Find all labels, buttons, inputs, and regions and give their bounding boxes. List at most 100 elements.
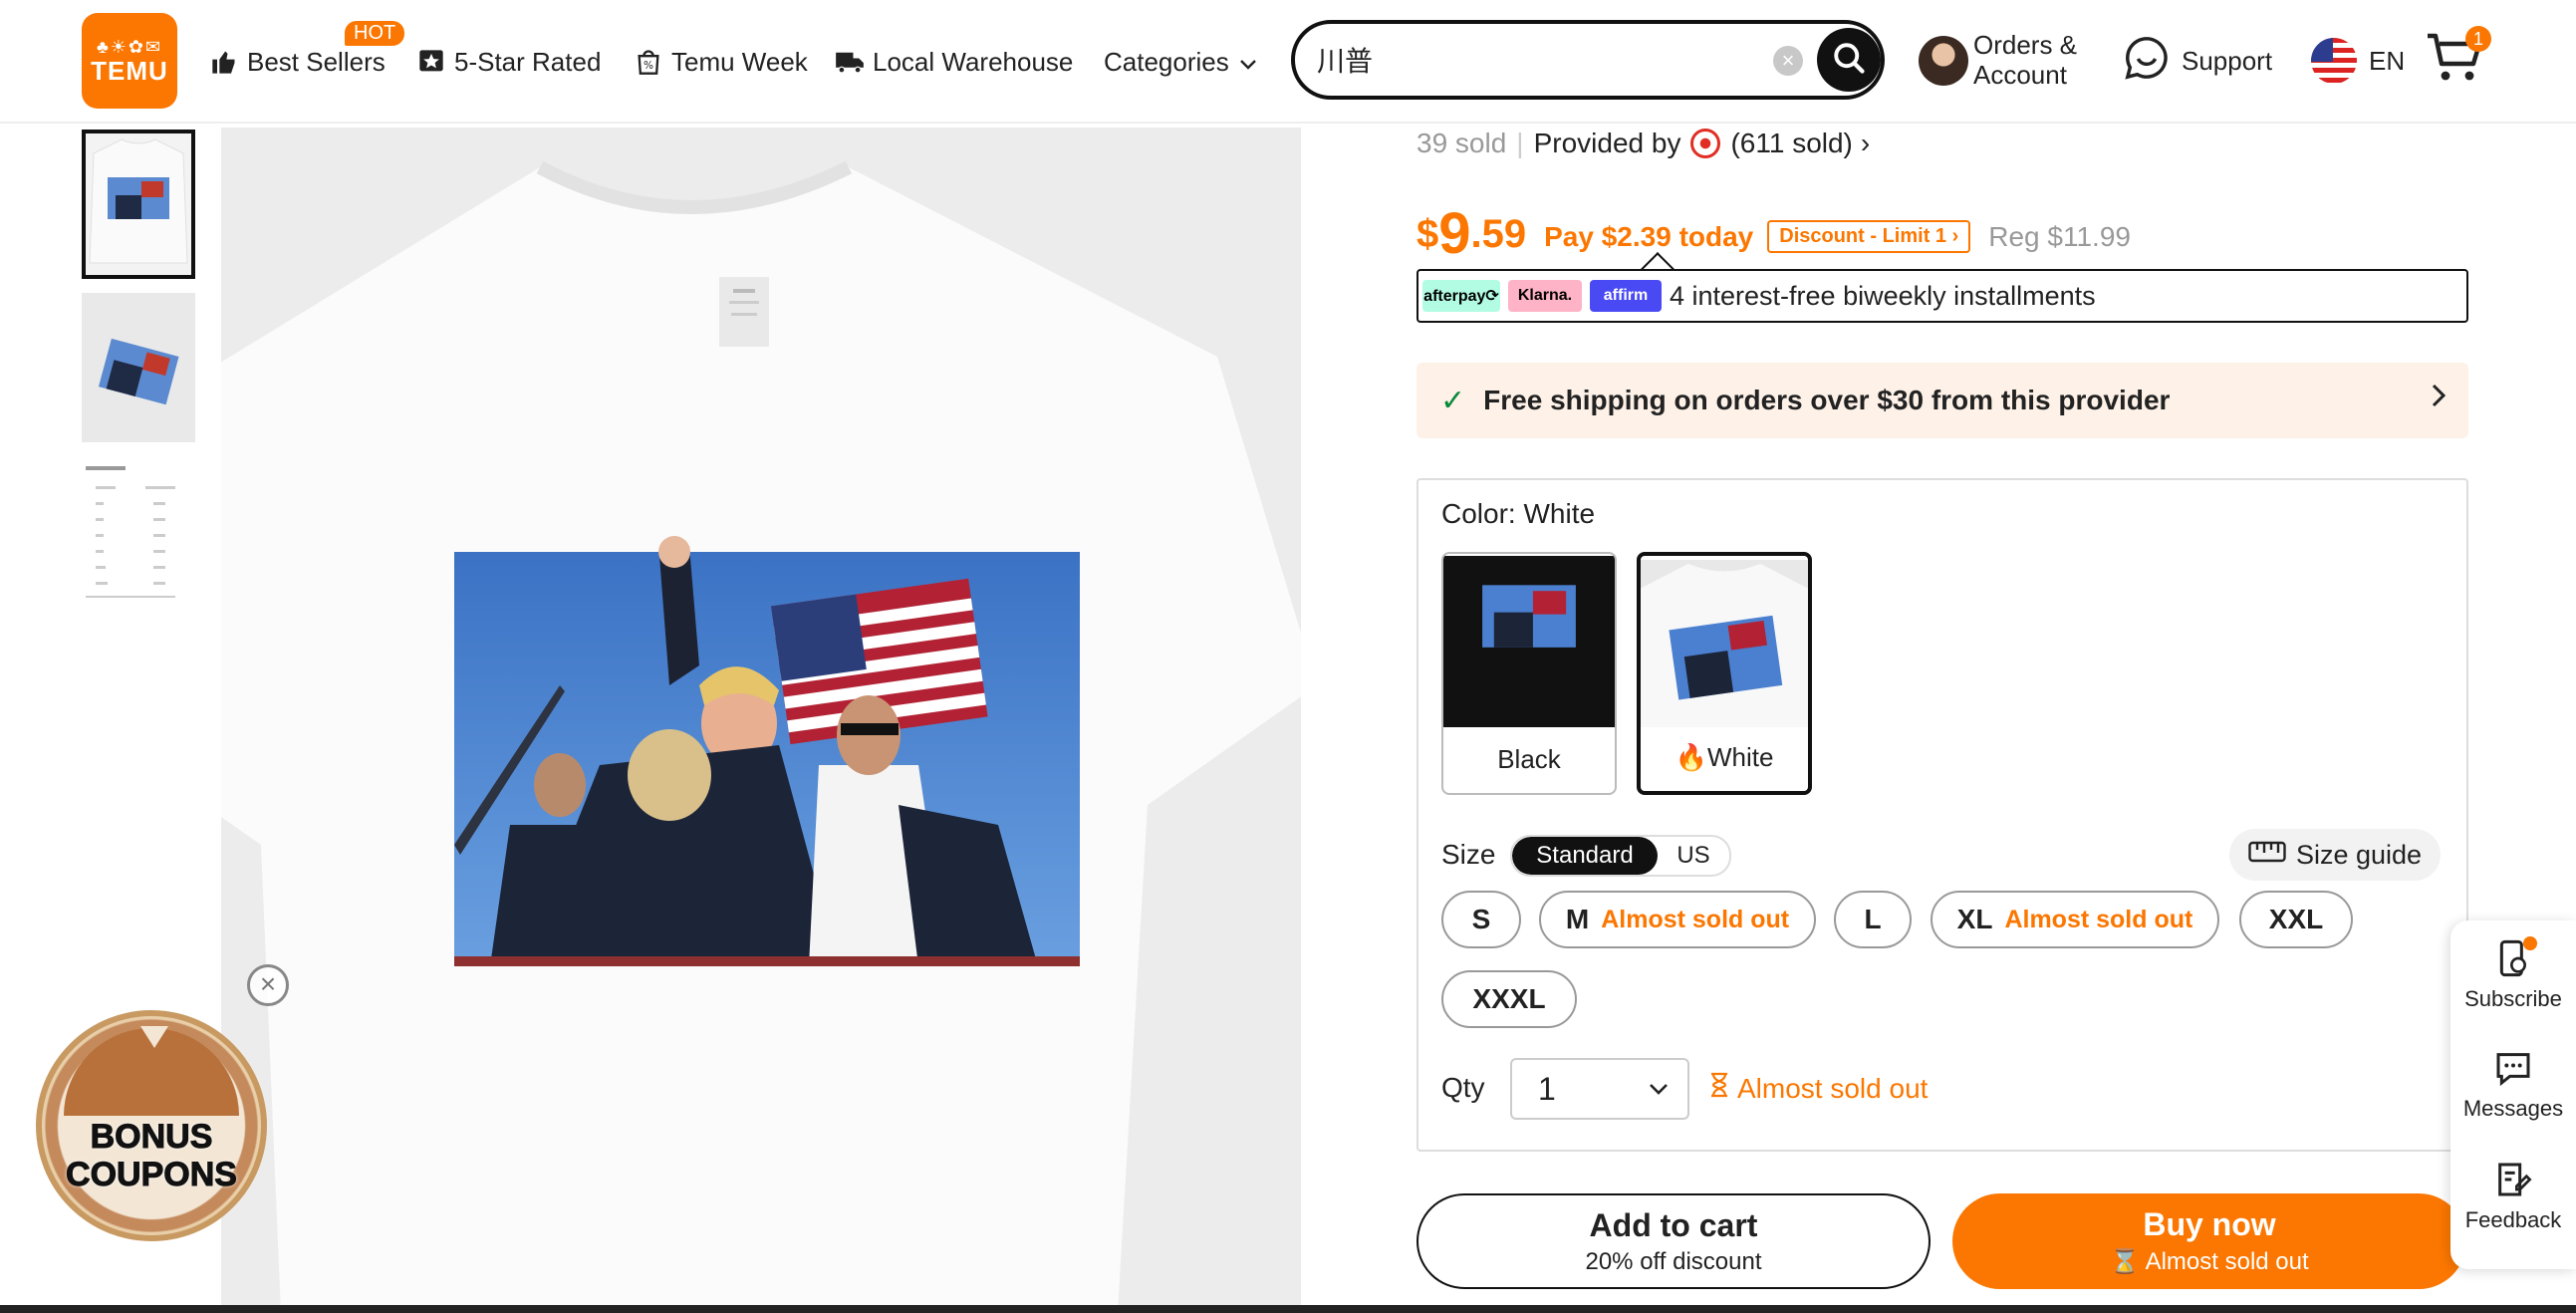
swatch-label: White [1706, 742, 1774, 772]
search-button[interactable] [1817, 28, 1881, 92]
color-label: Color: White [1441, 498, 1596, 529]
color-swatch-black[interactable]: Black [1441, 552, 1617, 795]
side-item-label: Feedback [2464, 1207, 2562, 1232]
notification-dot [2523, 936, 2537, 950]
side-action-panel: Subscribe Messages Feedback [2450, 920, 2576, 1269]
coupon-pointer-graphic [140, 1026, 168, 1048]
size-option-xxxl[interactable]: XXXL [1441, 970, 1577, 1028]
sold-count: 39 sold [1417, 128, 1507, 158]
feedback-button[interactable]: Feedback [2450, 1160, 2576, 1233]
subscribe-button[interactable]: Subscribe [2450, 936, 2576, 1012]
black-shirt-thumbnail [1443, 556, 1615, 727]
bonus-line1: BONUS [90, 1118, 213, 1157]
add-to-cart-label: Add to cart [1589, 1206, 1758, 1243]
bonus-coupons-widget[interactable]: BONUS COUPONS [36, 1010, 267, 1241]
truck-icon [835, 47, 865, 77]
add-to-cart-button[interactable]: Add to cart 20% off discount [1417, 1193, 1931, 1289]
hot-badge: HOT [345, 21, 405, 46]
size-option-m[interactable]: M Almost sold out [1539, 891, 1816, 948]
messages-button[interactable]: Messages [2450, 1048, 2576, 1122]
messages-icon [2493, 1048, 2533, 1088]
nav-best-sellers[interactable]: Best Sellers [209, 40, 386, 84]
nav-temu-week[interactable]: % Temu Week [634, 40, 808, 84]
size-label: L [1864, 904, 1882, 934]
logo-text: TEMU [91, 56, 168, 86]
installments-box[interactable]: afterpay⟳ Klarna. affirm 4 interest-free… [1417, 269, 2468, 323]
quantity-select[interactable]: 1 [1510, 1058, 1689, 1120]
free-shipping-banner[interactable]: ✓ Free shipping on orders over $30 from … [1417, 363, 2468, 438]
close-coupon-button[interactable]: × [247, 964, 289, 1006]
buy-now-button[interactable]: Buy now ⌛ Almost sold out [1952, 1193, 2466, 1289]
chevron-right-icon: › [1860, 128, 1871, 158]
qty-value: 1 [1538, 1070, 1556, 1107]
klarna-icon: Klarna. [1508, 280, 1582, 312]
cart-count-badge: 1 [2465, 26, 2491, 52]
cart-icon [2425, 33, 2486, 90]
bonus-line2: COUPONS [66, 1156, 238, 1194]
shopping-bag-icon: % [634, 47, 663, 77]
check-icon: ✓ [1440, 384, 1466, 417]
hourglass-icon [1709, 1072, 1729, 1105]
discount-badge[interactable]: Discount - Limit 1 › [1767, 220, 1971, 253]
size-mode-standard[interactable]: Standard [1512, 837, 1658, 875]
orders-line1: Orders & [1973, 30, 2078, 60]
thumbnail-3-size-chart[interactable] [82, 456, 195, 606]
avatar[interactable] [1919, 36, 1968, 86]
thumbnail-2[interactable] [82, 293, 195, 442]
logo-glyphs: ♣☀✿✉ [96, 37, 163, 57]
language-selector[interactable]: EN [2311, 36, 2405, 86]
orders-line2: Account [1973, 60, 2067, 90]
size-stock-warning: Almost sold out [2004, 905, 2193, 933]
temu-logo[interactable]: ♣☀✿✉ TEMU [82, 13, 177, 109]
main-product-image[interactable] [221, 128, 1301, 1313]
thumbnail-1[interactable] [82, 130, 195, 279]
us-flag-icon [2311, 38, 2357, 84]
price-currency: $ [1417, 212, 1439, 256]
nav-label: Local Warehouse [873, 46, 1074, 77]
pay-today-text: Pay $2.39 today [1544, 221, 1754, 252]
size-label: XXXL [1472, 983, 1546, 1014]
buy-now-sub: Almost sold out [2145, 1248, 2309, 1275]
price-integer: 9 [1438, 201, 1471, 266]
nav-five-star[interactable]: 5-Star Rated [416, 40, 601, 84]
nav-label: Temu Week [671, 46, 808, 77]
size-option-xxl[interactable]: XXL [2239, 891, 2353, 948]
top-header: ♣☀✿✉ TEMU Best Sellers HOT 5-Star Rated … [0, 0, 2576, 124]
size-mode-us[interactable]: US [1658, 837, 1729, 875]
provider-sold-link[interactable]: (611 sold) [1730, 128, 1852, 159]
swatch-label-row: 🔥White [1641, 742, 1808, 773]
affirm-icon: affirm [1590, 280, 1662, 312]
search-input[interactable] [1317, 38, 1755, 82]
subscribe-icon [2493, 936, 2537, 978]
nav-local-warehouse[interactable]: Local Warehouse [835, 40, 1073, 84]
size-label: XXL [2268, 904, 2324, 934]
divider: | [1516, 128, 1524, 158]
provided-by-label: Provided by [1533, 128, 1681, 158]
orders-account-link[interactable]: Orders & Account [1973, 30, 2077, 90]
language-label: EN [2369, 45, 2406, 76]
size-option-s[interactable]: S [1441, 891, 1521, 948]
window-bottom-edge [0, 1305, 2576, 1313]
sold-provider-line: 39 sold | Provided by (611 sold) › [1417, 128, 1870, 159]
size-guide-label: Size guide [2295, 839, 2423, 870]
color-swatch-white[interactable]: 🔥White [1637, 552, 1812, 795]
size-guide-button[interactable]: Size guide [2229, 829, 2441, 881]
price-row: $ 9 .59 Pay $2.39 today Discount - Limit… [1417, 199, 2131, 263]
size-system-toggle: Standard US [1510, 835, 1731, 877]
regular-price: Reg $11.99 [1988, 221, 2131, 252]
buy-now-sub-row: ⌛ Almost sold out [2110, 1247, 2308, 1276]
support-link[interactable]: Support [2124, 36, 2272, 86]
size-option-xl[interactable]: XL Almost sold out [1931, 891, 2219, 948]
size-label: XL [1956, 904, 1993, 934]
buy-now-label: Buy now [2143, 1206, 2276, 1242]
white-shirt-thumbnail [1641, 560, 1808, 727]
hourglass-icon: ⌛ [2110, 1248, 2141, 1275]
clear-search-icon[interactable]: × [1773, 46, 1803, 76]
size-option-l[interactable]: L [1834, 891, 1912, 948]
side-item-label: Subscribe [2464, 986, 2562, 1011]
support-chat-icon [2124, 35, 2170, 88]
support-label: Support [2182, 45, 2273, 76]
nav-categories[interactable]: Categories [1104, 40, 1257, 84]
afterpay-icon: afterpay⟳ [1422, 280, 1500, 312]
nav-label: 5-Star Rated [454, 46, 602, 77]
